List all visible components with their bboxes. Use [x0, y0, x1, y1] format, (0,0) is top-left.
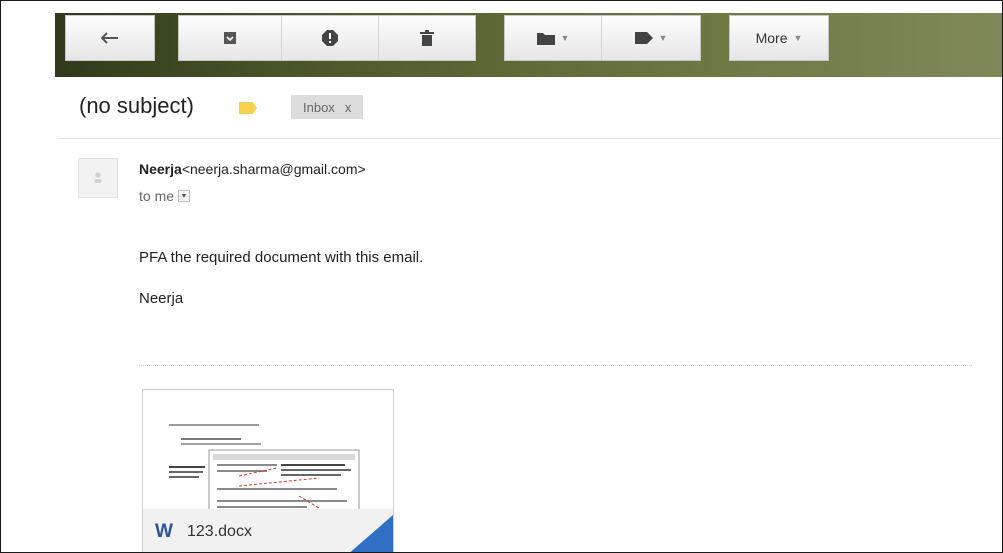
show-details-button[interactable]: ▼: [178, 190, 191, 202]
attachment-footer: W 123.docx: [143, 509, 393, 552]
chevron-down-icon: ▼: [560, 33, 570, 43]
archive-button[interactable]: [178, 15, 282, 61]
delete-icon: [420, 30, 434, 46]
back-button[interactable]: [65, 15, 155, 61]
labels-button[interactable]: ▼: [601, 15, 701, 61]
word-document-icon: W: [155, 521, 173, 542]
sender-email: <neerja.sharma@gmail.com>: [181, 161, 366, 177]
attachment-filename[interactable]: 123.docx: [187, 523, 252, 541]
move-to-folder-icon: [536, 32, 555, 45]
remove-label-button[interactable]: x: [345, 100, 352, 115]
more-label: More: [755, 30, 788, 46]
message-body-line: PFA the required document with this emai…: [139, 249, 424, 266]
message-signature: Neerja: [139, 290, 184, 307]
chevron-down-icon: ▼: [793, 33, 803, 43]
divider: [58, 138, 1002, 139]
inbox-label-chip[interactable]: Inbox x: [291, 95, 364, 119]
sender-line: Neerja<neerja.sharma@gmail.com>: [139, 161, 366, 177]
move-to-button[interactable]: ▼: [504, 15, 602, 61]
email-view: ▼ ▼ More ▼ (no subject) Inbox x Neerja<n…: [0, 0, 1003, 553]
report-spam-button[interactable]: [281, 15, 379, 61]
delete-button[interactable]: [378, 15, 476, 61]
to-me-label: to me: [139, 188, 175, 204]
attachment-divider: [139, 365, 972, 366]
attachment-card[interactable]: W 123.docx: [142, 389, 394, 552]
sender-name[interactable]: Neerja: [139, 161, 182, 177]
more-button[interactable]: More ▼: [729, 15, 829, 61]
back-arrow-icon: [101, 32, 118, 44]
email-subject: (no subject): [79, 93, 194, 118]
person-icon: [94, 172, 102, 183]
label-icon: [634, 32, 653, 44]
toolbar: ▼ ▼ More ▼: [55, 1, 1002, 77]
report-spam-icon: [322, 30, 338, 46]
inbox-label-text: Inbox: [303, 99, 335, 115]
sender-avatar[interactable]: [78, 158, 118, 198]
important-label-icon[interactable]: [239, 102, 257, 114]
recipient-line: to me ▼: [139, 188, 191, 204]
chevron-down-icon: ▼: [658, 33, 668, 43]
archive-icon: [224, 32, 236, 44]
document-preview-thumbnail: [169, 416, 367, 516]
